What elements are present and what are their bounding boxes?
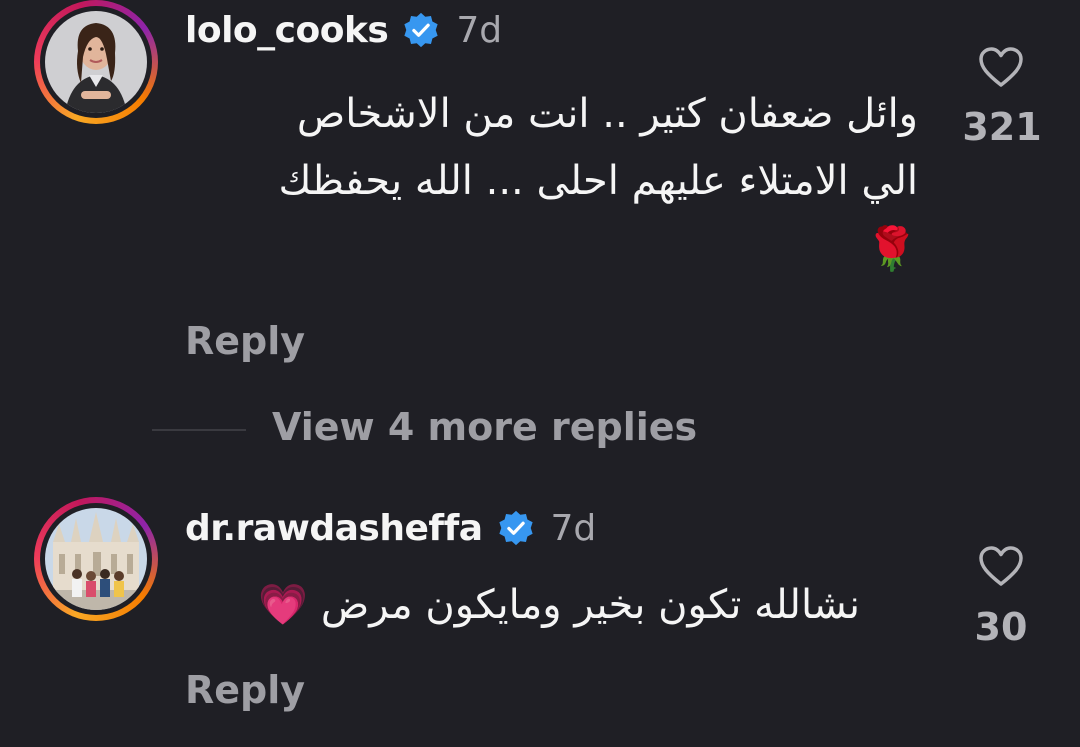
- chef-profile-photo-icon: [45, 11, 147, 113]
- reply-button[interactable]: Reply: [185, 319, 305, 363]
- comment-text: وائل ضعفان كتير .. انت من الاشخاص الي ال…: [278, 86, 918, 277]
- like-count: 30: [974, 605, 1028, 649]
- comment-header: lolo_cooks 7d: [185, 5, 502, 55]
- verified-badge-icon: [497, 509, 535, 547]
- comment-item: dr.rawdasheffa 7d نشالله تكون بخير ومايك…: [0, 497, 1080, 747]
- heart-outline-icon[interactable]: [978, 46, 1024, 88]
- comment-time: 7d: [456, 9, 503, 51]
- username[interactable]: dr.rawdasheffa: [185, 508, 483, 549]
- verified-badge-icon: [402, 11, 440, 49]
- comment-text-line: وائل ضعفان كتير .. انت من الاشخاص: [296, 91, 918, 137]
- heart-outline-icon[interactable]: [978, 545, 1024, 587]
- comment-header: dr.rawdasheffa 7d: [185, 503, 596, 553]
- replies-divider: [152, 429, 246, 431]
- comment-text-line: الي الامتلاء عليهم احلى ... الله يحفظك: [278, 158, 918, 204]
- reply-button[interactable]: Reply: [185, 668, 305, 712]
- rose-emoji: 🌹: [865, 224, 918, 273]
- cathedral-group-photo-icon: [45, 508, 147, 610]
- view-more-replies-button[interactable]: View 4 more replies: [272, 405, 697, 449]
- comment-time: 7d: [550, 507, 597, 549]
- username[interactable]: lolo_cooks: [185, 10, 389, 51]
- comment-item: lolo_cooks 7d وائل ضعفان كتير .. انت من …: [0, 0, 1080, 390]
- avatar[interactable]: [34, 497, 158, 621]
- avatar[interactable]: [34, 0, 158, 124]
- comment-text: نشالله تكون بخير ومايكون مرض 💗: [258, 582, 860, 628]
- like-count: 321: [962, 105, 1042, 149]
